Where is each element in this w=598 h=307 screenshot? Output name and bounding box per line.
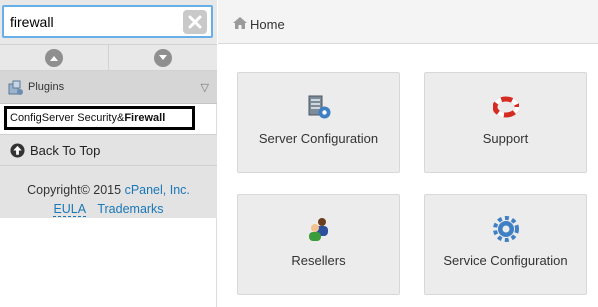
whm-app: Plugins ▽ ConfigServer Security&Firewall… <box>0 0 598 307</box>
tile-service-configuration[interactable]: Service Configuration <box>424 194 587 295</box>
users-icon <box>305 215 333 243</box>
back-to-top-button[interactable]: Back To Top <box>0 134 217 166</box>
gear-icon <box>492 215 520 243</box>
lifebuoy-icon <box>492 93 520 121</box>
copyright-text: Copyright© 2015 <box>27 183 125 197</box>
breadcrumb: Home <box>218 0 598 44</box>
chevron-down-icon <box>154 48 172 67</box>
breadcrumb-home-link[interactable]: Home <box>250 17 285 32</box>
collapse-toggle-icon[interactable]: ▽ <box>201 81 209 94</box>
search-area <box>0 0 217 44</box>
plugins-section-label: Plugins <box>28 81 65 93</box>
sidebar-footer: Copyright© 2015 cPanel, Inc. EULA Tradem… <box>0 166 217 218</box>
tile-support[interactable]: Support <box>424 72 587 173</box>
plugins-icon <box>8 80 23 95</box>
sidebar-item-configserver-firewall[interactable]: ConfigServer Security&Firewall <box>4 106 195 130</box>
server-gear-icon <box>305 93 333 121</box>
tile-label: Support <box>482 131 529 146</box>
plugin-item-match: Firewall <box>124 112 166 124</box>
chevron-up-icon <box>45 48 63 67</box>
tile-server-configuration[interactable]: Server Configuration <box>237 72 400 173</box>
tile-label: Service Configuration <box>443 253 568 268</box>
eula-link[interactable]: EULA <box>53 202 87 217</box>
plugins-section-header[interactable]: Plugins ▽ <box>0 71 217 104</box>
scroll-up-button[interactable] <box>0 45 108 70</box>
sidebar-scroll-controls <box>0 44 217 71</box>
sidebar: Plugins ▽ ConfigServer Security&Firewall… <box>0 0 217 307</box>
close-icon <box>188 15 202 29</box>
cpanel-link[interactable]: cPanel, Inc. <box>125 183 190 197</box>
search-input[interactable] <box>10 13 180 31</box>
plugin-item-prefix: ConfigServer Security& <box>10 112 125 124</box>
scroll-down-button[interactable] <box>108 45 217 70</box>
home-icon <box>233 17 247 29</box>
tile-label: Server Configuration <box>258 131 379 146</box>
search-box <box>2 5 213 38</box>
trademarks-link[interactable]: Trademarks <box>97 202 163 216</box>
copyright-line: Copyright© 2015 cPanel, Inc. <box>0 183 217 197</box>
clear-search-button[interactable] <box>183 10 207 34</box>
tile-label: Resellers <box>291 253 346 268</box>
back-to-top-label: Back To Top <box>30 143 101 158</box>
arrow-up-circle-icon <box>10 143 25 158</box>
tile-resellers[interactable]: Resellers <box>237 194 400 295</box>
footer-links: EULA Trademarks <box>0 202 217 217</box>
